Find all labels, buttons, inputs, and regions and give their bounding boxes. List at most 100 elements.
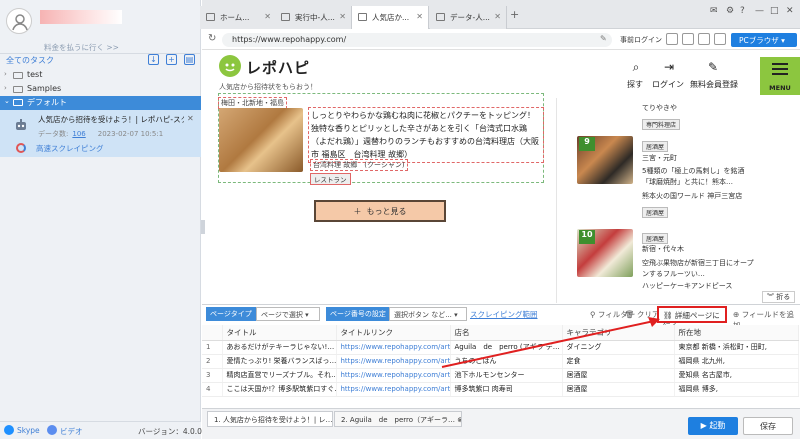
side-badge[interactable]: 居酒屋 xyxy=(642,233,669,244)
page-type-select[interactable]: ページで選択 ▾ xyxy=(256,307,320,321)
tab-data[interactable]: データ-人... ✕ xyxy=(430,6,507,29)
close-icon[interactable]: ⊗ xyxy=(457,416,461,424)
collapse-button[interactable]: ︾ 折る xyxy=(762,291,796,303)
video-link[interactable]: ビデオ xyxy=(60,426,83,437)
mail-icon[interactable]: ✉ xyxy=(710,6,718,16)
plus-circle-icon: ⊕ xyxy=(733,310,740,319)
article-image[interactable] xyxy=(219,108,303,172)
table-cell[interactable]: 愛知県 名古屋市, xyxy=(674,368,799,383)
tree-folder-samples[interactable]: › Samples xyxy=(0,83,201,97)
article-category-badge[interactable]: レストラン xyxy=(310,173,351,185)
nav-login[interactable]: ログイン xyxy=(652,79,684,90)
collapse-label: 折る xyxy=(776,293,791,301)
side-badge[interactable]: 専門料理店 xyxy=(642,119,681,130)
close-window-icon[interactable]: ✕ xyxy=(786,6,794,16)
table-cell[interactable]: 博多筑紫口 肉寿司 xyxy=(450,382,563,397)
tab-popular-shops[interactable]: 人気店か... ✕ xyxy=(352,6,429,29)
save-button[interactable]: 保存 xyxy=(743,417,793,435)
site-logo-text[interactable]: レポハピ xyxy=(246,57,310,78)
table-row[interactable]: 4 ここは天国か!？博多駅筑紫口すぐ… https://www.repohapp… xyxy=(202,382,799,397)
new-task-icon[interactable]: + xyxy=(166,54,177,65)
start-button[interactable]: ▶ 起動 xyxy=(688,417,738,435)
pc-browser-label: PCブラウザ xyxy=(739,36,779,45)
tree-folder-test[interactable]: › test xyxy=(0,69,201,83)
table-cell[interactable]: あおるだけがテキーラじゃない!… xyxy=(222,340,337,355)
login-icon[interactable]: ⇥ xyxy=(662,60,676,74)
task-mode: 高速スクレイピング xyxy=(36,144,104,153)
nav-register[interactable]: 無料会員登録 xyxy=(690,79,738,90)
side-title[interactable]: 空飛ぶ果物店が新宿三丁目にオープンするフルーツい… xyxy=(642,258,754,280)
search-icon[interactable]: ⌕ xyxy=(629,60,643,74)
refresh-icon[interactable]: ↻ xyxy=(208,33,216,44)
screenshot-icon[interactable] xyxy=(698,33,710,45)
user-agent-icon[interactable] xyxy=(682,33,694,45)
load-more-label: もっと見る xyxy=(366,207,407,216)
side-shop[interactable]: ハッピーケーキアンドピース xyxy=(642,281,732,292)
col-header-location[interactable]: 所在地 xyxy=(674,325,799,341)
article-shop-name[interactable]: 台湾料理 故郷 (クーシャン) xyxy=(310,159,408,171)
maximize-icon[interactable]: □ xyxy=(770,6,779,16)
cookie-icon[interactable] xyxy=(666,33,678,45)
folder-icon xyxy=(13,99,23,106)
new-folder-icon[interactable]: ▤ xyxy=(184,54,195,65)
table-cell[interactable]: ここは天国か!？博多駅筑紫口すぐ… xyxy=(222,382,337,397)
table-cell[interactable]: 精肉店直営でリーズナブル。それ… xyxy=(222,368,337,383)
annotation-arrow xyxy=(441,317,660,368)
article-description[interactable]: しっとりやわらかな鶏むね肉に花椒とパクチーをトッピング！独特な香りとピリッとした… xyxy=(308,107,544,163)
table-cell[interactable]: https://www.repohappy.com/articl… xyxy=(336,382,451,397)
side-shop[interactable]: 熊本火の国ワールド 神戸三宮店 xyxy=(642,191,742,202)
close-icon[interactable]: ✕ xyxy=(187,114,194,123)
tab-home[interactable]: ホーム... ✕ xyxy=(200,6,277,29)
close-icon[interactable]: ✕ xyxy=(339,12,346,21)
task-title[interactable]: 人気店から招待を受けよう！| レポハピ-スク… xyxy=(38,114,184,125)
tab-page-icon xyxy=(358,13,367,21)
avatar[interactable] xyxy=(6,8,32,34)
close-icon[interactable]: ✕ xyxy=(494,12,501,21)
tree-folder-default[interactable]: ⌄ デフォルト xyxy=(0,96,201,110)
load-more-button[interactable]: ＋ もっと見る xyxy=(314,200,446,222)
settings-icon[interactable]: ⚙ xyxy=(726,6,734,16)
table-cell[interactable]: 愛情たっぷり! 栄養バランスばっ… xyxy=(222,354,337,369)
side-badge[interactable]: 居酒屋 xyxy=(642,141,669,152)
col-header-title[interactable]: タイトル xyxy=(222,325,337,341)
skype-link[interactable]: Skype xyxy=(17,426,40,435)
pre-login-button[interactable]: 事前ログイン xyxy=(620,35,662,45)
minimize-icon[interactable]: — xyxy=(755,6,764,16)
task-date: 2023-02-07 10:5:1 xyxy=(97,130,164,138)
folder-icon xyxy=(13,86,23,93)
panel-splitter-handle[interactable] xyxy=(201,220,205,234)
video-icon[interactable] xyxy=(47,425,57,435)
table-cell[interactable]: 福岡県 博多, xyxy=(674,382,799,397)
new-tab-icon[interactable]: + xyxy=(510,8,519,21)
tab-running[interactable]: 実行中-人... ✕ xyxy=(275,6,352,29)
username-redacted xyxy=(40,10,122,24)
hamburger-icon[interactable] xyxy=(772,63,788,75)
url-input[interactable]: https://www.repohappy.com/ xyxy=(222,33,612,47)
chevron-right-icon: › xyxy=(4,70,7,78)
result-tab-2[interactable]: 2. Aguila de perro（アギーラ… ⊗ xyxy=(334,411,462,427)
result-tab-1[interactable]: 1. 人気店から招待を受けよう！| レ… xyxy=(207,411,333,427)
close-icon[interactable]: ✕ xyxy=(416,12,423,21)
close-icon[interactable]: ✕ xyxy=(264,12,271,21)
table-cell[interactable]: 東京都 新橋・浜松町・田町, xyxy=(674,340,799,355)
help-icon[interactable]: ? xyxy=(740,6,745,16)
site-tagline: 人気店から招待状をもらおう！ xyxy=(219,83,317,91)
page-type-label: ページタイプ xyxy=(206,307,256,321)
table-cell: 3 xyxy=(202,368,223,383)
table-cell[interactable]: 福岡県 北九州, xyxy=(674,354,799,369)
nav-search[interactable]: 探す xyxy=(627,79,643,90)
site-logo-icon[interactable] xyxy=(219,55,241,77)
side-item-line[interactable]: てりやきや xyxy=(642,103,677,114)
register-icon[interactable]: ✎ xyxy=(706,60,720,74)
side-title[interactable]: 5種類の「極上の馬刺し」を銘酒「球磨焼酎」と共に！熊本… xyxy=(642,166,752,188)
import-icon[interactable]: ↓ xyxy=(148,54,159,65)
side-badge[interactable]: 居酒屋 xyxy=(642,207,669,218)
upgrade-link[interactable]: 料金を払うに行く >> xyxy=(44,42,119,53)
skype-icon[interactable] xyxy=(4,425,14,435)
edit-icon[interactable]: ✎ xyxy=(600,34,607,43)
data-count[interactable]: 106 xyxy=(72,130,85,138)
all-tasks-title[interactable]: 全てのタスク xyxy=(6,55,54,66)
proxy-icon[interactable] xyxy=(714,33,726,45)
table-cell[interactable]: 居酒屋 xyxy=(562,382,675,397)
pc-browser-select[interactable]: PCブラウザ ▾ xyxy=(731,33,797,47)
